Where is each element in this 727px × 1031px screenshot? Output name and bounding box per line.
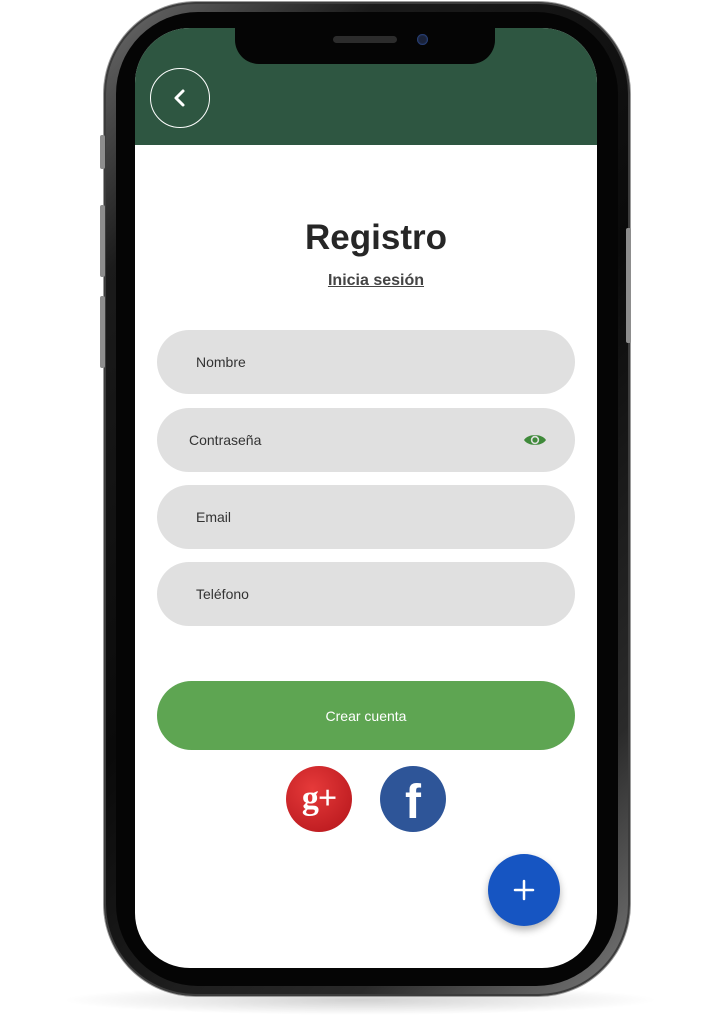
page-title: Registro xyxy=(305,218,447,257)
login-link[interactable]: Inicia sesión xyxy=(135,272,597,290)
phone-notch xyxy=(235,28,495,64)
front-camera xyxy=(417,34,428,45)
facebook-icon: f xyxy=(405,775,421,829)
password-field[interactable]: Contraseña xyxy=(157,408,575,472)
google-plus-icon: g+ xyxy=(301,780,337,817)
name-field-label: Nombre xyxy=(196,354,246,370)
power-button xyxy=(626,228,631,343)
email-field-label: Email xyxy=(196,509,232,525)
app-screen: Registro Inicia sesión Nombre Contraseña… xyxy=(135,28,597,968)
create-account-label: Crear cuenta xyxy=(325,707,407,724)
volume-up-button xyxy=(100,205,105,277)
phone-field-label: Teléfono xyxy=(196,586,249,602)
chevron-left-icon xyxy=(174,89,185,107)
password-field-label: Contraseña xyxy=(189,432,262,448)
add-fab-button[interactable] xyxy=(488,854,560,926)
facebook-button[interactable]: f xyxy=(380,766,446,832)
eye-icon[interactable] xyxy=(523,432,547,448)
mute-switch xyxy=(100,135,105,169)
back-button[interactable] xyxy=(150,68,210,128)
volume-down-button xyxy=(100,296,105,368)
create-account-button[interactable]: Crear cuenta xyxy=(157,681,575,750)
google-plus-button[interactable]: g+ xyxy=(286,766,352,832)
speaker-grille xyxy=(333,36,397,43)
phone-field[interactable]: Teléfono xyxy=(157,562,575,626)
plus-icon xyxy=(513,879,535,901)
name-field[interactable]: Nombre xyxy=(157,330,575,394)
email-field[interactable]: Email xyxy=(157,485,575,549)
